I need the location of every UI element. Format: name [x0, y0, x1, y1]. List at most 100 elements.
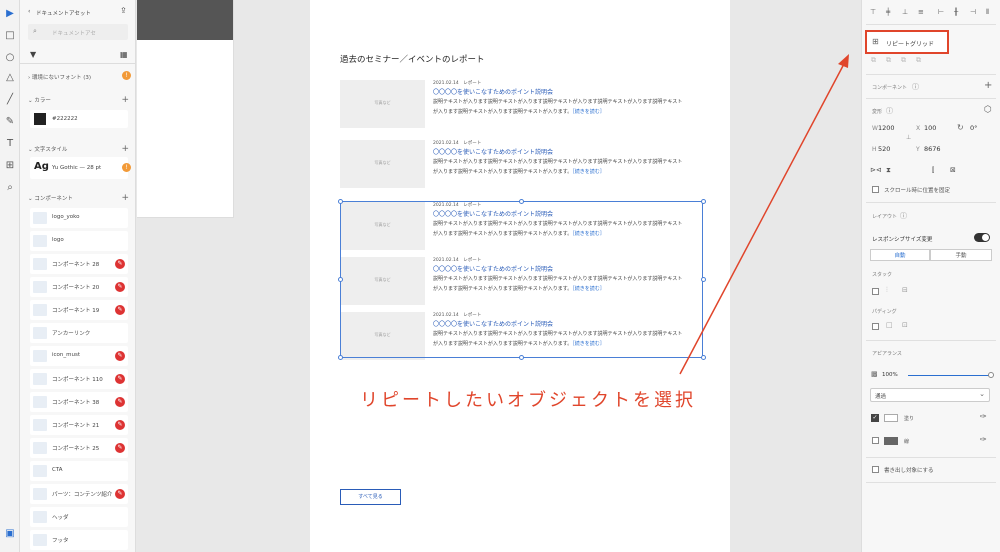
component-item[interactable]: コンポーネント 110 ✎	[30, 369, 128, 389]
lock-aspect-icon[interactable]: ⊥	[906, 134, 911, 141]
flip-vertical-icon[interactable]: ⧗	[886, 166, 891, 175]
component-item[interactable]: フッタ	[30, 530, 128, 550]
component-item[interactable]: アンカーリンク	[30, 323, 128, 343]
border-checkbox[interactable]	[872, 437, 879, 444]
opacity-slider[interactable]	[908, 375, 990, 376]
padding-individual-icon[interactable]: ⊡	[902, 321, 908, 329]
blend-mode-select[interactable]: 通過 ⌄	[870, 388, 990, 402]
distribute-horizontal-icon[interactable]: ⦀	[986, 8, 989, 17]
component-item[interactable]: コンポーネント 19 ✎	[30, 300, 128, 320]
edit-badge-icon[interactable]: ✎	[115, 420, 125, 430]
align-center-icon[interactable]: ╫	[954, 8, 958, 16]
height-field[interactable]: 520	[878, 145, 890, 153]
resize-handle[interactable]	[338, 199, 343, 204]
boolean-intersect-icon[interactable]: ⧉	[901, 56, 906, 65]
char-style-row[interactable]: Ag Yu Gothic — 28 pt	[30, 157, 128, 179]
filter-icon[interactable]: ▼	[30, 50, 36, 59]
width-field[interactable]: 1200	[878, 124, 895, 132]
stack-horizontal-icon[interactable]: ⊟	[902, 286, 908, 294]
component-item[interactable]: icon_must ✎	[30, 346, 128, 366]
resize-handle[interactable]	[701, 199, 706, 204]
selection-box[interactable]	[340, 201, 703, 358]
distribute-vertical-icon[interactable]: ≡	[918, 8, 924, 16]
line-tool-icon[interactable]: ╱	[4, 94, 16, 106]
edit-badge-icon[interactable]: ✎	[115, 397, 125, 407]
align-right-icon[interactable]: ⊣	[970, 8, 976, 16]
fit-width-icon[interactable]: ⊠	[950, 166, 956, 174]
fill-swatch[interactable]	[884, 414, 898, 422]
resize-handle[interactable]	[701, 355, 706, 360]
boolean-exclude-icon[interactable]: ⧉	[916, 56, 921, 65]
report-card[interactable]: 写真など 2021.02.14 レポート 〇〇〇〇を使いこなすためのポイント説明会説…	[340, 140, 700, 192]
boolean-subtract-icon[interactable]: ⧉	[886, 56, 891, 65]
fit-height-icon[interactable]: ⫿	[932, 166, 934, 175]
component-item[interactable]: ヘッダ	[30, 507, 128, 527]
edit-badge-icon[interactable]: ✎	[115, 351, 125, 361]
border-swatch[interactable]	[884, 437, 898, 445]
align-top-icon[interactable]: ⊤	[870, 8, 876, 16]
component-item[interactable]: コンポーネント 28 ✎	[30, 254, 128, 274]
opacity-slider-handle[interactable]	[988, 372, 994, 378]
resize-handle[interactable]	[338, 355, 343, 360]
back-chevron-icon[interactable]: ‹	[28, 8, 30, 15]
read-more-link[interactable]: ［続きを読む］	[572, 169, 605, 175]
search-input[interactable]: ドキュメントアセ	[52, 29, 96, 37]
export-checkbox[interactable]	[872, 466, 879, 473]
component-item[interactable]: コンポーネント 38 ✎	[30, 392, 128, 412]
edit-badge-icon[interactable]: ✎	[115, 282, 125, 292]
grid-view-icon[interactable]: ▦	[120, 50, 128, 59]
resize-handle[interactable]	[519, 199, 524, 204]
text-tool-icon[interactable]: T	[4, 138, 16, 150]
resize-handle[interactable]	[519, 355, 524, 360]
opacity-value[interactable]: 100%	[882, 372, 898, 378]
add-component-icon[interactable]: +	[984, 80, 992, 91]
ellipse-tool-icon[interactable]: ○	[4, 52, 16, 64]
align-left-icon[interactable]: ⊢	[938, 8, 944, 16]
see-all-button[interactable]: すべて見る	[340, 489, 401, 505]
auto-button[interactable]: 自動	[870, 249, 930, 261]
component-item[interactable]: logo_yoko	[30, 208, 128, 228]
component-item[interactable]: logo	[30, 231, 128, 251]
x-field[interactable]: 100	[924, 124, 936, 132]
resize-handle[interactable]	[338, 277, 343, 282]
boolean-add-icon[interactable]: ⧉	[871, 56, 876, 65]
3d-transform-icon[interactable]: ⬡	[984, 105, 992, 115]
card-title[interactable]: 〇〇〇〇を使いこなすためのポイント説明会	[433, 87, 553, 96]
stack-checkbox[interactable]	[872, 288, 879, 295]
missing-fonts-row[interactable]: › 環境にないフォント (3)	[28, 73, 91, 81]
edit-badge-icon[interactable]: ✎	[115, 259, 125, 269]
report-card[interactable]: 写真など 2021.02.14 レポート 〇〇〇〇を使いこなすためのポイント説明会説…	[340, 80, 700, 132]
component-item[interactable]: コンポーネント 21 ✎	[30, 415, 128, 435]
component-item[interactable]: コンポーネント 20 ✎	[30, 277, 128, 297]
colors-section-header[interactable]: ⌄ カラー	[28, 96, 51, 104]
repeat-grid-button[interactable]: リピートグリッド	[886, 39, 934, 48]
edit-badge-icon[interactable]: ✎	[115, 374, 125, 384]
add-char-style-icon[interactable]: +	[121, 145, 129, 154]
edit-badge-icon[interactable]: ✎	[115, 489, 125, 499]
color-swatch-row[interactable]: #222222	[30, 110, 128, 128]
component-item[interactable]: パーツ：コンテンツ紹介 ✎	[30, 484, 128, 504]
component-item[interactable]: CTA	[30, 461, 128, 481]
components-section-header[interactable]: ⌄ コンポーネント	[28, 194, 73, 202]
share-icon[interactable]: ⇪	[120, 6, 127, 15]
fill-checkbox[interactable]: ✓	[871, 414, 879, 422]
padding-uniform-icon[interactable]: □	[886, 321, 893, 329]
rotation-field[interactable]: 0°	[970, 124, 977, 132]
pen-tool-icon[interactable]: ✎	[4, 116, 16, 128]
resize-handle[interactable]	[701, 277, 706, 282]
align-middle-icon[interactable]: ╪	[886, 8, 890, 16]
y-field[interactable]: 8676	[924, 145, 941, 153]
component-item[interactable]: コンポーネント 25 ✎	[30, 438, 128, 458]
eyedropper-icon[interactable]: ✑	[980, 435, 987, 444]
responsive-resize-toggle[interactable]	[974, 233, 990, 242]
align-bottom-icon[interactable]: ⊥	[902, 8, 908, 16]
section-heading[interactable]: 過去のセミナー／イベントのレポート	[340, 53, 485, 65]
zoom-tool-icon[interactable]: ⌕	[4, 182, 16, 194]
read-more-link[interactable]: ［続きを読む］	[572, 109, 605, 115]
plugins-icon[interactable]: ▣	[4, 528, 16, 540]
fix-scroll-checkbox[interactable]	[872, 186, 879, 193]
stack-vertical-icon[interactable]: ⫶	[886, 286, 888, 295]
char-styles-section-header[interactable]: ⌄ 文字スタイル	[28, 145, 67, 153]
artboard-tool-icon[interactable]: ⊞	[4, 160, 16, 172]
edit-badge-icon[interactable]: ✎	[115, 305, 125, 315]
